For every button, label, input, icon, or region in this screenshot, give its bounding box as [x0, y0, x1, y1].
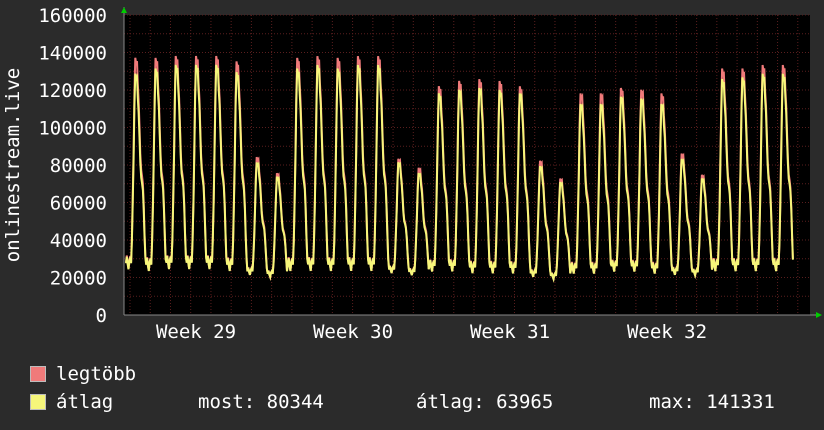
stat-now: most: 80344	[198, 391, 324, 413]
y-axis-arrow	[121, 7, 127, 13]
y-tick-label: 100000	[38, 118, 107, 140]
chart-container: 160000 140000 120000 100000 80000 60000 40000 2…	[0, 0, 824, 430]
stat-avg: átlag: 63965	[416, 391, 554, 413]
y-tick-label: 20000	[50, 268, 107, 290]
y-tick-label: 120000	[38, 80, 107, 102]
y-tick-label: 40000	[50, 230, 107, 252]
x-tick-label: Week 29	[156, 321, 236, 343]
x-axis-arrow	[816, 312, 822, 318]
x-tick-label: Week 32	[627, 321, 707, 343]
y-tick-label: 80000	[50, 155, 107, 177]
y-axis-label: onlinestream.live	[2, 68, 24, 262]
legend-label-avg: átlag	[56, 391, 114, 413]
y-tick-label: 60000	[50, 193, 107, 215]
x-tick-label: Week 31	[470, 321, 550, 343]
y-tick-label: 0	[96, 305, 107, 327]
x-tick-label: Week 30	[313, 321, 393, 343]
legend-item-max: legtöbb	[30, 363, 136, 385]
y-tick-label: 160000	[38, 5, 107, 27]
legend-item-avg: átlag	[30, 391, 113, 413]
y-tick-label: 140000	[38, 43, 107, 65]
stat-max: max: 141331	[649, 391, 775, 413]
legend-swatch-avg	[30, 394, 46, 410]
legend-label-max: legtöbb	[56, 363, 137, 385]
legend-swatch-max	[30, 366, 46, 382]
